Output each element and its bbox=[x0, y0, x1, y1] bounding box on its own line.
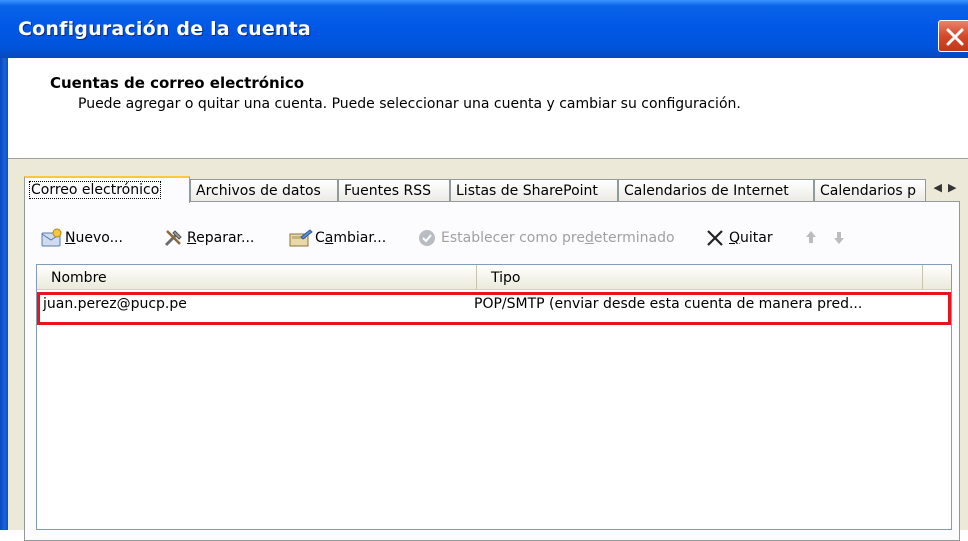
list-header: Nombre Tipo bbox=[37, 265, 951, 290]
account-settings-window: Configuración de la cuenta Cuentas de co… bbox=[0, 0, 968, 541]
change-button-label: Cambiar... bbox=[315, 230, 387, 246]
window-frame-left bbox=[0, 58, 8, 530]
change-button[interactable]: Cambiar... bbox=[289, 224, 409, 252]
header-description: Puede agregar o quitar una cuenta. Puede… bbox=[78, 96, 741, 112]
set-default-button-label: Establecer como predeterminado bbox=[441, 230, 675, 246]
close-button[interactable] bbox=[938, 20, 968, 52]
change-account-icon bbox=[289, 229, 313, 247]
tab-sharepoint-lists[interactable]: Listas de SharePoint bbox=[450, 179, 618, 201]
move-up-button[interactable] bbox=[803, 224, 823, 252]
column-header-name[interactable]: Nombre bbox=[37, 265, 477, 289]
tab-email-label: Correo electrónico bbox=[28, 181, 162, 199]
remove-button[interactable]: Quitar bbox=[705, 224, 789, 252]
window-title: Configuración de la cuenta bbox=[18, 18, 311, 40]
arrow-up-icon bbox=[806, 231, 816, 243]
new-account-icon bbox=[41, 228, 62, 247]
tab-internet-calendars[interactable]: Calendarios de Internet bbox=[618, 179, 814, 201]
toolbar: Nuevo... Reparar... Cambiar... Establece… bbox=[33, 224, 943, 254]
tab-published-calendars[interactable]: Calendarios p bbox=[814, 179, 926, 201]
close-icon bbox=[946, 28, 964, 46]
checkmark-circle-icon bbox=[419, 230, 435, 246]
tab-strip: Correo electrónico Archivos de datos Fue… bbox=[24, 176, 956, 203]
repair-button-label: Reparar... bbox=[187, 230, 255, 246]
tab-data-files-label: Archivos de datos bbox=[196, 183, 321, 199]
arrow-down-icon bbox=[834, 232, 844, 244]
repair-tools-icon bbox=[164, 230, 182, 247]
header-title: Cuentas de correo electrónico bbox=[50, 74, 305, 92]
tab-email[interactable]: Correo electrónico bbox=[24, 176, 190, 203]
tab-sharepoint-lists-label: Listas de SharePoint bbox=[456, 183, 598, 199]
tab-published-calendars-label: Calendarios p bbox=[820, 183, 917, 199]
tab-data-files[interactable]: Archivos de datos bbox=[190, 179, 338, 201]
tab-internet-calendars-label: Calendarios de Internet bbox=[624, 183, 789, 199]
account-list[interactable]: Nombre Tipo juan.perez@pucp.pe POP/SMTP … bbox=[36, 264, 952, 530]
new-button-label: Nuevo... bbox=[65, 230, 123, 246]
move-down-button[interactable] bbox=[831, 224, 851, 252]
repair-button[interactable]: Reparar... bbox=[163, 224, 281, 252]
tab-rss-feeds[interactable]: Fuentes RSS bbox=[338, 179, 450, 201]
tab-scroll-arrows[interactable]: ◀▶ bbox=[930, 179, 966, 197]
title-bar[interactable]: Configuración de la cuenta bbox=[0, 0, 968, 58]
dialog-header: Cuentas de correo electrónico Puede agre… bbox=[8, 58, 968, 159]
remove-button-label: Quitar bbox=[729, 230, 773, 246]
column-header-type[interactable]: Tipo bbox=[477, 265, 923, 289]
x-remove-icon bbox=[707, 230, 723, 246]
chevron-left-icon[interactable]: ◀ bbox=[934, 181, 948, 194]
selection-highlight bbox=[37, 292, 951, 325]
tab-rss-feeds-label: Fuentes RSS bbox=[344, 183, 431, 199]
new-button[interactable]: Nuevo... bbox=[41, 224, 151, 252]
set-default-button[interactable]: Establecer como predeterminado bbox=[417, 224, 693, 252]
chevron-right-icon[interactable]: ▶ bbox=[948, 181, 962, 194]
